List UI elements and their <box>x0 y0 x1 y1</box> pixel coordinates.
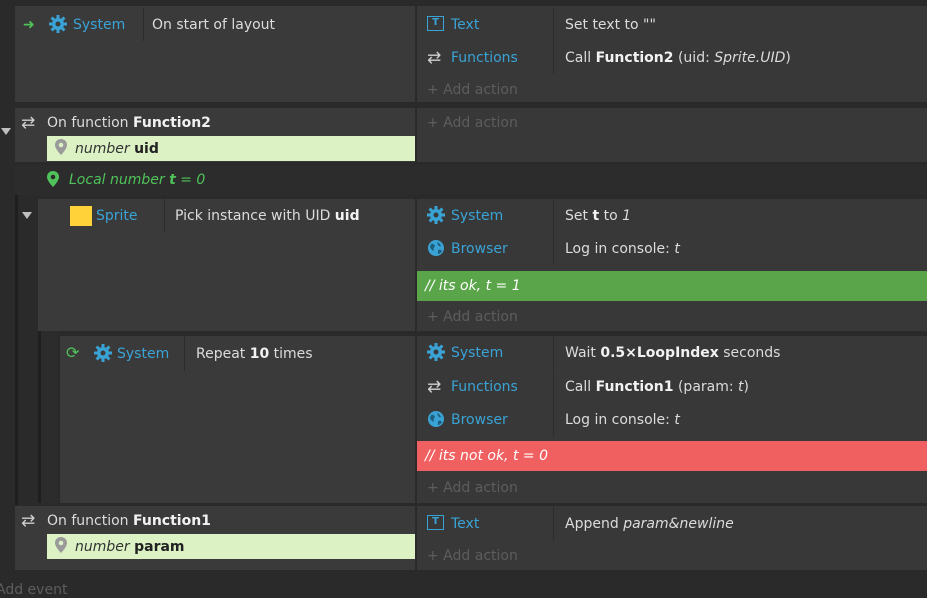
sub-event-b-actions-block: System Wait 0.5×LoopIndex seconds ⇄ Func… <box>417 336 927 503</box>
event-2-actions-block: + Add action <box>417 108 927 162</box>
collapse-toggle-icon[interactable] <box>22 212 32 219</box>
system-gear-icon <box>427 206 445 228</box>
trigger-arrow-icon: ➜ <box>23 16 35 33</box>
action-text[interactable]: Wait 0.5×LoopIndex seconds <box>565 345 780 361</box>
condition-object-name[interactable]: System <box>73 17 125 33</box>
param-type: number <box>75 538 130 555</box>
condition-object-name[interactable]: System <box>117 346 169 362</box>
action-text[interactable]: Call Function2 (uid: Sprite.UID) <box>565 50 791 66</box>
action-row[interactable]: T Text Append param&newline <box>417 507 927 540</box>
action-row[interactable]: T Text Set text to "" <box>417 8 927 41</box>
action-row[interactable]: System Set t to 1 <box>417 199 927 232</box>
add-action-link[interactable]: + Add action <box>427 480 518 496</box>
system-gear-icon <box>49 15 67 37</box>
event-3-condition-block[interactable]: ⇄ On function Function1 number param <box>15 506 415 570</box>
add-action-link[interactable]: + Add action <box>427 309 518 325</box>
text-object-icon: T <box>427 16 444 31</box>
action-text[interactable]: Log in console: t <box>565 241 680 257</box>
action-row[interactable]: ⇄ Functions Call Function1 (param: t) <box>417 370 927 403</box>
local-var-pin-icon <box>47 171 59 191</box>
sub-event-b-condition-block[interactable]: ⟳ System Repeat 10 times <box>60 336 415 503</box>
event-3-actions-block: T Text Append param&newline + Add action <box>417 506 927 570</box>
add-action-link[interactable]: + Add action <box>427 115 518 131</box>
param-type: number <box>75 140 130 157</box>
browser-globe-icon <box>427 239 445 261</box>
action-object-name[interactable]: Browser <box>451 241 508 257</box>
sprite-object-icon <box>70 206 92 226</box>
location-pin-icon <box>55 536 69 557</box>
action-text[interactable]: Set t to 1 <box>565 208 631 224</box>
comment-not-ok[interactable]: // its not ok, t = 0 <box>417 441 927 471</box>
action-object-name[interactable]: Functions <box>451 50 518 66</box>
system-gear-icon <box>427 343 445 365</box>
comment-ok[interactable]: // its ok, t = 1 <box>417 271 927 301</box>
param-name: param <box>134 538 185 555</box>
loop-icon: ⟳ <box>66 343 80 362</box>
add-action-link[interactable]: + Add action <box>427 548 518 564</box>
function-icon: ⇄ <box>21 113 36 133</box>
sub-event-a-actions-block: System Set t to 1 Browser Log in console… <box>417 199 927 331</box>
event-1-condition-block[interactable]: ➜ System On start of layout <box>15 6 415 102</box>
action-text[interactable]: Log in console: t <box>565 412 680 428</box>
event-1-actions-block: T Text Set text to "" ⇄ Functions Call F… <box>417 6 927 102</box>
function-parameter[interactable]: number param <box>47 534 415 559</box>
condition-text[interactable]: On start of layout <box>152 17 275 33</box>
collapse-toggle-icon[interactable] <box>1 128 11 135</box>
function-icon: ⇄ <box>21 511 36 531</box>
location-pin-icon <box>55 138 69 159</box>
condition-text[interactable]: Repeat 10 times <box>196 346 313 362</box>
functions-icon: ⇄ <box>427 47 442 68</box>
action-row[interactable]: Browser Log in console: t <box>417 232 927 265</box>
functions-icon: ⇄ <box>427 376 442 397</box>
action-row[interactable]: Browser Log in console: t <box>417 403 927 436</box>
action-text[interactable]: Append param&newline <box>565 516 734 532</box>
action-object-name[interactable]: Browser <box>451 412 508 428</box>
action-row[interactable]: System Wait 0.5×LoopIndex seconds <box>417 336 927 369</box>
action-text[interactable]: Call Function1 (param: t) <box>565 379 749 395</box>
local-variable-row[interactable]: Local number t = 0 <box>15 165 927 195</box>
action-object-name[interactable]: Text <box>451 17 479 33</box>
function-parameter[interactable]: number uid <box>47 136 415 161</box>
action-row[interactable]: ⇄ Functions Call Function2 (uid: Sprite.… <box>417 41 927 74</box>
param-name: uid <box>134 140 159 157</box>
local-variable-text: Local number t = 0 <box>69 172 206 188</box>
function-condition-text[interactable]: On function Function2 <box>47 115 211 131</box>
event-2-condition-block[interactable]: ⇄ On function Function2 number uid <box>15 108 415 162</box>
add-action-link[interactable]: + Add action <box>427 82 518 98</box>
action-object-name[interactable]: Functions <box>451 379 518 395</box>
action-object-name[interactable]: System <box>451 208 503 224</box>
action-text[interactable]: Set text to "" <box>565 17 656 33</box>
action-object-name[interactable]: System <box>451 345 503 361</box>
action-object-name[interactable]: Text <box>451 516 479 532</box>
function-condition-text[interactable]: On function Function1 <box>47 513 211 529</box>
condition-text[interactable]: Pick instance with UID uid <box>175 208 360 224</box>
system-gear-icon <box>94 344 112 366</box>
sub-event-a-condition-block[interactable]: Sprite Pick instance with UID uid <box>38 199 415 331</box>
browser-globe-icon <box>427 410 445 432</box>
add-event-link[interactable]: Add event <box>0 582 67 598</box>
text-object-icon: T <box>427 515 444 530</box>
condition-object-name[interactable]: Sprite <box>96 208 138 224</box>
